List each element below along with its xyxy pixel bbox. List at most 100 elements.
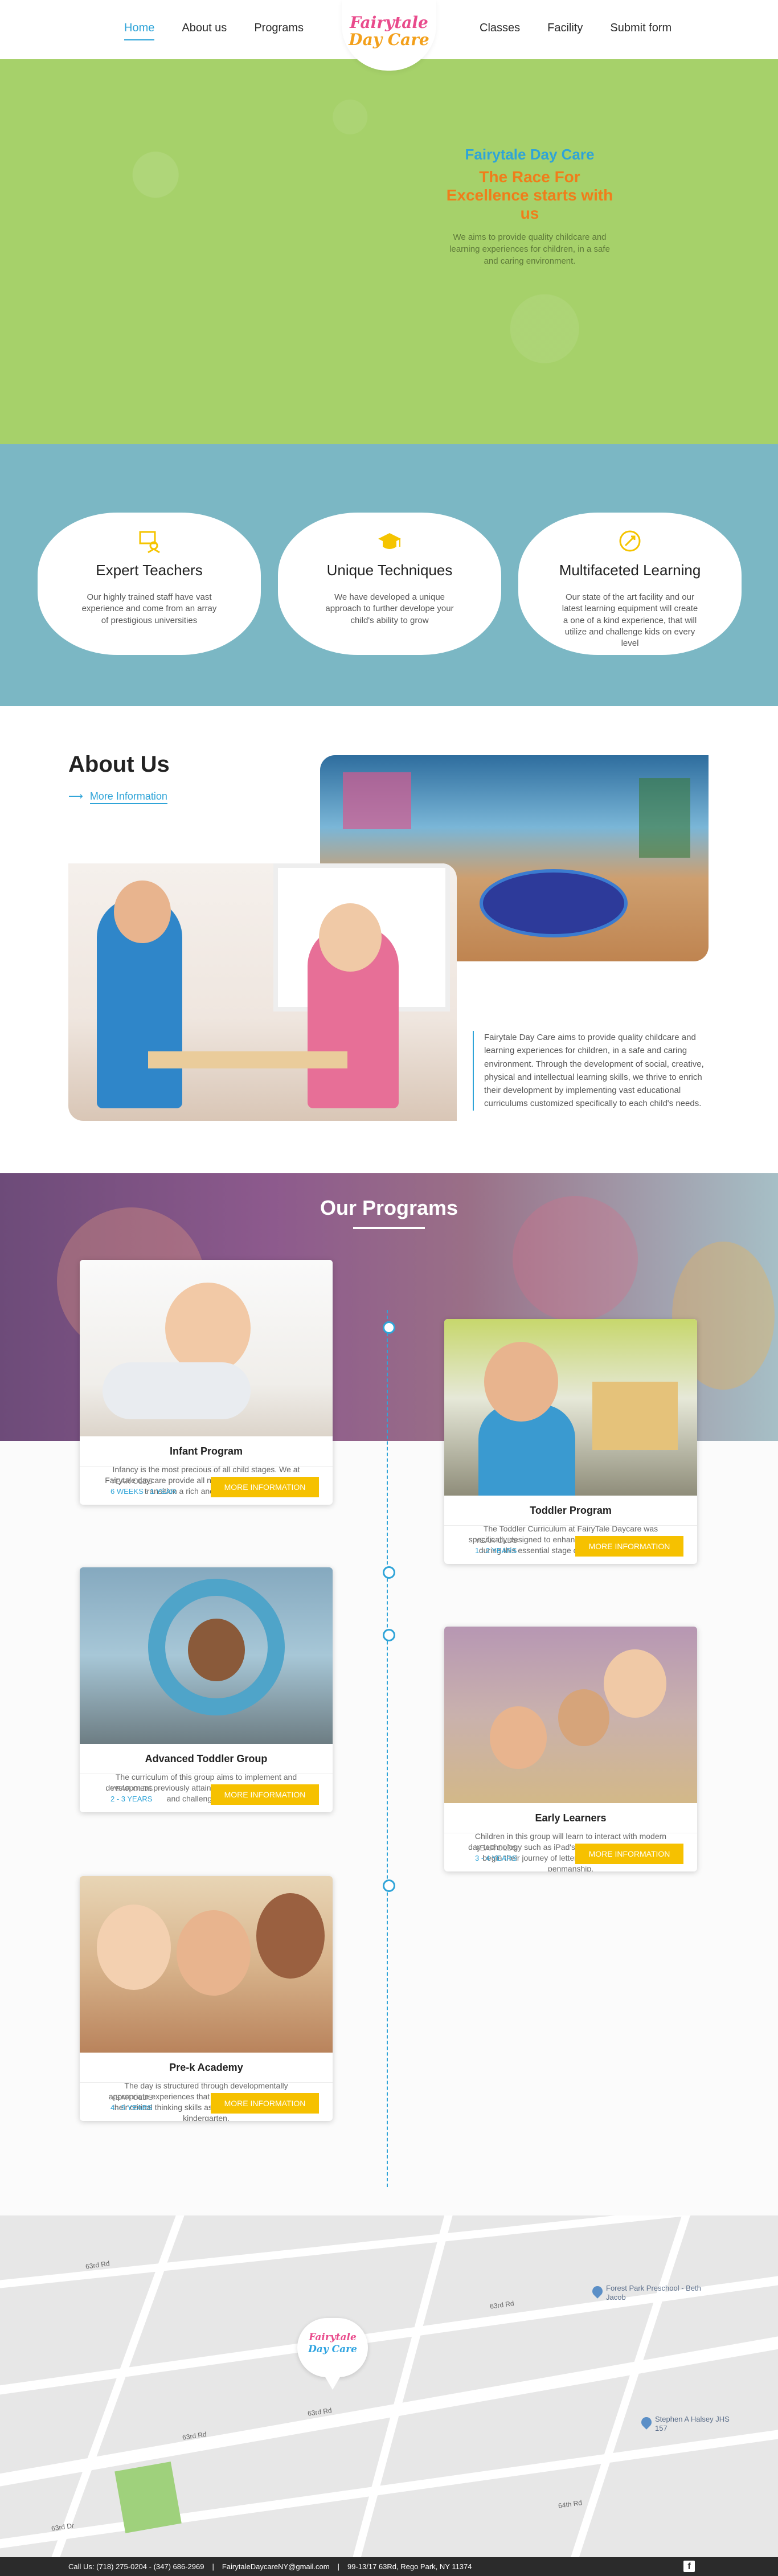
program-card-toddler: Toddler Program The Toddler Curriculum a… [444,1319,697,1564]
nav-programs[interactable]: Programs [254,22,304,40]
program-card-infant: Infant Program Infancy is the most preci… [80,1260,333,1505]
rocket-icon [617,529,642,554]
program-footer: YEAR OLDS 6 WEEKS - 1 YEAR MORE INFORMAT… [80,1466,333,1505]
about-description: Fairytale Day Care aims to provide quali… [473,1031,706,1111]
hero-description: We aims to provide quality childcare and… [449,232,610,266]
program-photo [80,1260,333,1436]
hero-headline: The Race For Excellence starts with us [446,168,613,223]
program-footer: YEAR OLDS 4 - 5 YEARS MORE INFORMATION [80,2082,333,2121]
feature-description: Our state of the art facility and our la… [562,592,698,648]
more-information-button[interactable]: MORE INFORMATION [575,1844,683,1864]
about-title: About Us [68,752,170,777]
footer-separator: | [212,2562,214,2571]
footer-separator: | [337,2562,339,2571]
map-poi-label: Stephen A Halsey JHS 157 [655,2415,730,2432]
more-information-button[interactable]: MORE INFORMATION [211,1784,319,1805]
feature-card-expert-teachers: Expert Teachers Our highly trained staff… [38,513,261,655]
nav-submit-form[interactable]: Submit form [610,22,671,40]
program-title: Toddler Program [530,1505,612,1516]
map-park [114,2462,182,2533]
feature-title: Expert Teachers [96,562,203,579]
footer-email[interactable]: FairytaleDaycareNY@gmail.com [222,2562,330,2571]
programs-section: Our Programs Infant Program Infancy is t… [0,1173,778,2215]
year-label: YEAR OLDS [110,1477,153,1485]
more-information-button[interactable]: MORE INFORMATION [575,1536,683,1557]
teacher-icon [137,529,162,554]
site-footer: Call Us: (718) 275-0204 - (347) 686-2969… [0,2557,778,2576]
graduation-cap-icon [377,529,402,554]
feature-title: Unique Techniques [326,562,453,579]
program-title: Early Learners [535,1812,607,1824]
timeline-dot [383,1629,395,1641]
timeline-dot [383,1879,395,1892]
nav-classes[interactable]: Classes [480,22,520,40]
program-photo [80,1567,333,1744]
more-information-button[interactable]: MORE INFORMATION [211,1477,319,1497]
program-card-advanced-toddler: Advanced Toddler Group The curriculum of… [80,1567,333,1812]
nav-left: Home About us Programs [124,22,331,40]
kids-playing-photo [68,863,457,1121]
programs-timeline [387,1310,391,2187]
year-label: YEAR OLDS [110,2093,153,2102]
arrow-right-icon: ⟶ [68,791,83,802]
features-section: Expert Teachers Our highly trained staff… [0,444,778,706]
nav-facility[interactable]: Facility [547,22,583,40]
street-label: 64th Rd [558,2499,583,2510]
programs-title-underline [353,1227,425,1229]
footer-contact: Call Us: (718) 275-0204 - (347) 686-2969… [68,2562,472,2571]
year-label: YEAR OLDS [475,1536,518,1545]
feature-card-unique-techniques: Unique Techniques We have developed a un… [278,513,501,655]
age-range: 3 - 4 YEARS [475,1854,517,1862]
program-title: Infant Program [169,1445,243,1457]
hero-text: Fairytale Day Care The Race For Excellen… [444,146,615,267]
hero-section: Fairytale Day Care The Race For Excellen… [0,59,778,452]
map-location-marker[interactable]: Fairytale Day Care [297,2318,368,2390]
program-photo [444,1319,697,1496]
hero-brand: Fairytale Day Care [465,146,595,163]
location-map[interactable]: 63rd Rd 63rd Rd 63rd Rd 63rd Rd 64th Rd … [0,2215,778,2557]
map-logo-line1: Fairytale [309,2332,357,2343]
program-title: Advanced Toddler Group [145,1753,268,1764]
nav-right: Classes Facility Submit form [480,22,699,40]
footer-address: 99-13/17 63Rd, Rego Park, NY 11374 [347,2562,472,2571]
nav-home[interactable]: Home [124,22,155,40]
nav-about-us[interactable]: About us [182,22,227,40]
feature-description: Our highly trained staff have vast exper… [81,592,217,625]
program-card-early-learners: Early Learners Children in this group wi… [444,1627,697,1871]
timeline-dot [383,1566,395,1579]
feature-description: We have developed a unique approach to f… [325,592,454,625]
map-logo-line2: Day Care [308,2344,357,2355]
footer-phone: Call Us: (718) 275-0204 - (347) 686-2969 [68,2562,204,2571]
feature-card-multifaceted-learning: Multifaceted Learning Our state of the a… [518,513,742,655]
more-information-button[interactable]: MORE INFORMATION [211,2093,319,2114]
logo-line2: Day Care [349,30,429,49]
program-photo [444,1627,697,1803]
age-range: 6 WEEKS - 1 YEAR [110,1487,177,1496]
program-photo [80,1876,333,2053]
program-footer: YEAR OLDS 1 - 2 YEARS MORE INFORMATION [444,1525,697,1564]
age-range: 4 - 5 YEARS [110,2103,153,2112]
programs-title: Our Programs [320,1196,458,1219]
about-link-label: More Information [89,791,167,804]
about-more-info-link[interactable]: ⟶ More Information [68,791,167,804]
feature-title: Multifaceted Learning [559,562,701,579]
street-label: 63rd Rd [489,2299,515,2311]
facebook-icon[interactable]: f [683,2561,695,2572]
map-pin-icon[interactable] [590,2284,605,2299]
map-street [347,2215,458,2557]
map-pin-icon[interactable] [639,2415,654,2430]
age-range: 2 - 3 YEARS [110,1795,153,1803]
map-poi-label: Forest Park Preschool - Beth Jacob [606,2284,701,2301]
program-card-prek: Pre-k Academy The day is structured thro… [80,1876,333,2121]
year-label: YEAR OLDS [110,1784,153,1793]
year-label: YEAR OLDS [475,1844,518,1852]
program-footer: YEAR OLDS 2 - 3 YEARS MORE INFORMATION [80,1774,333,1812]
map-street [565,2215,696,2557]
program-title: Pre-k Academy [169,2062,243,2073]
age-range: 1 - 2 YEARS [475,1546,517,1555]
program-footer: YEAR OLDS 3 - 4 YEARS MORE INFORMATION [444,1833,697,1871]
logo-line1: Fairytale [350,13,428,32]
map-street [0,2329,778,2491]
timeline-dot [383,1321,395,1334]
about-section: About Us ⟶ More Information Fairytale Day… [0,706,778,1173]
